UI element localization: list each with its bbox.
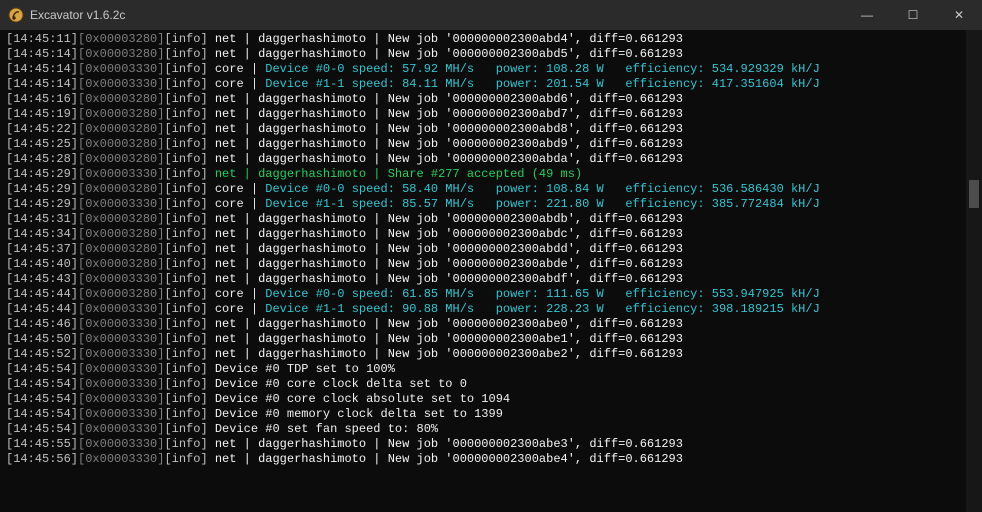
- log-line: [14:45:28][0x00003280][info] net | dagge…: [6, 152, 960, 167]
- minimize-icon: —: [861, 8, 873, 22]
- log-line: [14:45:16][0x00003280][info] net | dagge…: [6, 92, 960, 107]
- console-area[interactable]: [14:45:11][0x00003280][info] net | dagge…: [0, 30, 982, 512]
- log-line: [14:45:29][0x00003330][info] core | Devi…: [6, 197, 960, 212]
- log-line: [14:45:14][0x00003280][info] net | dagge…: [6, 47, 960, 62]
- log-line: [14:45:37][0x00003280][info] net | dagge…: [6, 242, 960, 257]
- log-line: [14:45:55][0x00003330][info] net | dagge…: [6, 437, 960, 452]
- window-title: Excavator v1.6.2c: [30, 8, 125, 22]
- maximize-icon: ☐: [908, 8, 919, 22]
- close-icon: ✕: [954, 8, 964, 22]
- log-line: [14:45:29][0x00003280][info] core | Devi…: [6, 182, 960, 197]
- log-line: [14:45:54][0x00003330][info] Device #0 c…: [6, 392, 960, 407]
- log-line: [14:45:46][0x00003330][info] net | dagge…: [6, 317, 960, 332]
- log-line: [14:45:29][0x00003330][info] net | dagge…: [6, 167, 960, 182]
- log-line: [14:45:31][0x00003280][info] net | dagge…: [6, 212, 960, 227]
- log-line: [14:45:54][0x00003330][info] Device #0 m…: [6, 407, 960, 422]
- window-buttons: — ☐ ✕: [844, 0, 982, 30]
- log-line: [14:45:43][0x00003330][info] net | dagge…: [6, 272, 960, 287]
- log-line: [14:45:54][0x00003330][info] Device #0 s…: [6, 422, 960, 437]
- maximize-button[interactable]: ☐: [890, 0, 936, 30]
- log-line: [14:45:34][0x00003280][info] net | dagge…: [6, 227, 960, 242]
- log-line: [14:45:14][0x00003330][info] core | Devi…: [6, 77, 960, 92]
- log-line: [14:45:56][0x00003330][info] net | dagge…: [6, 452, 960, 467]
- log-line: [14:45:52][0x00003330][info] net | dagge…: [6, 347, 960, 362]
- scrollbar-thumb[interactable]: [969, 180, 979, 208]
- log-line: [14:45:54][0x00003330][info] Device #0 c…: [6, 377, 960, 392]
- log-line: [14:45:44][0x00003330][info] core | Devi…: [6, 302, 960, 317]
- log-line: [14:45:14][0x00003330][info] core | Devi…: [6, 62, 960, 77]
- titlebar[interactable]: Excavator v1.6.2c — ☐ ✕: [0, 0, 982, 30]
- log-output: [14:45:11][0x00003280][info] net | dagge…: [0, 30, 966, 473]
- log-line: [14:45:25][0x00003280][info] net | dagge…: [6, 137, 960, 152]
- log-line: [14:45:54][0x00003330][info] Device #0 T…: [6, 362, 960, 377]
- log-line: [14:45:19][0x00003280][info] net | dagge…: [6, 107, 960, 122]
- log-line: [14:45:11][0x00003280][info] net | dagge…: [6, 32, 960, 47]
- minimize-button[interactable]: —: [844, 0, 890, 30]
- log-line: [14:45:50][0x00003330][info] net | dagge…: [6, 332, 960, 347]
- excavator-app-icon: [8, 7, 24, 23]
- scrollbar-track[interactable]: [966, 30, 982, 512]
- log-line: [14:45:22][0x00003280][info] net | dagge…: [6, 122, 960, 137]
- log-line: [14:45:44][0x00003280][info] core | Devi…: [6, 287, 960, 302]
- log-line: [14:45:40][0x00003280][info] net | dagge…: [6, 257, 960, 272]
- close-button[interactable]: ✕: [936, 0, 982, 30]
